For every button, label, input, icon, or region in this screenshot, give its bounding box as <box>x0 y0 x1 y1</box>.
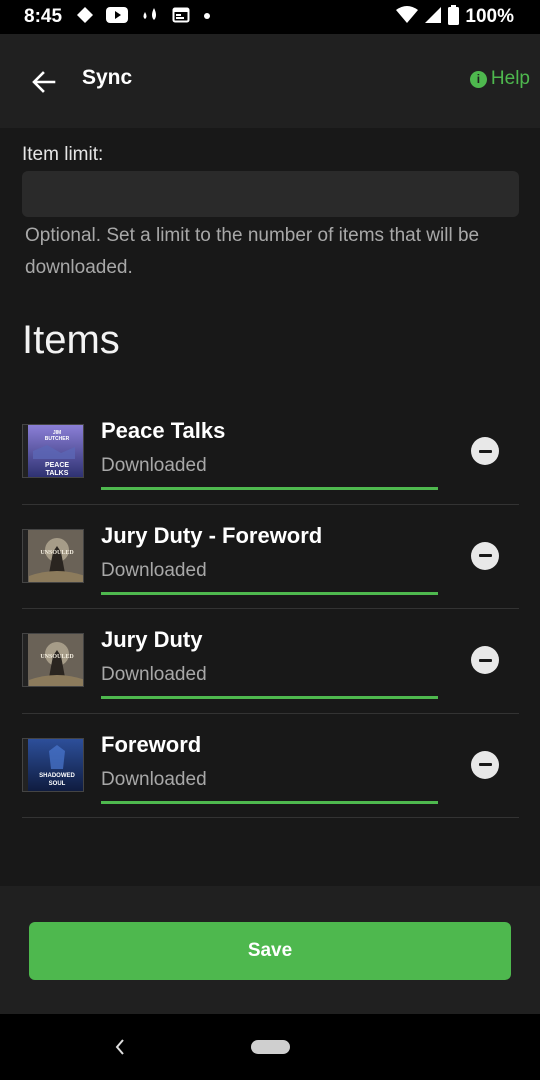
book-cover: UNSOULED <box>22 633 84 687</box>
wifi-icon <box>396 5 419 29</box>
download-progress-fill <box>101 591 438 595</box>
book-cover: UNSOULED <box>22 528 84 583</box>
item-limit-input[interactable] <box>22 171 519 217</box>
item-limit-label: Item limit: <box>22 144 104 165</box>
battery-percentage: 100% <box>465 6 514 27</box>
minus-icon <box>478 449 492 453</box>
items-heading: Items <box>22 318 120 362</box>
page-title: Sync <box>82 66 133 89</box>
minus-icon <box>478 554 492 557</box>
cover-text: UNSOULED <box>40 654 74 660</box>
minus-icon <box>478 763 492 766</box>
status-notification-icons <box>76 6 212 28</box>
help-button[interactable]: i Help <box>469 68 530 90</box>
cover-text: SOUL <box>49 781 66 787</box>
download-progress-fill <box>101 800 438 804</box>
battery-icon <box>448 4 460 30</box>
cover-text: SHADOWED <box>39 773 75 779</box>
download-progress-bar <box>101 591 438 595</box>
cover-text: BUTCHER <box>45 436 70 442</box>
item-title: Peace Talks <box>101 418 226 443</box>
download-progress-fill <box>101 487 438 490</box>
save-button[interactable]: Save <box>29 922 511 980</box>
status-system-icons: 100% <box>396 4 514 30</box>
help-label: Help <box>490 68 530 89</box>
list-item: SHADOWED SOUL Foreword Downloaded <box>22 714 519 818</box>
download-progress-bar <box>101 487 438 490</box>
download-progress-fill <box>101 696 438 699</box>
status-time: 8:45 <box>24 6 63 27</box>
drops-icon <box>140 6 160 28</box>
calendar-icon <box>172 6 190 28</box>
item-status: Downloaded <box>101 768 207 790</box>
cover-text: PEACE <box>45 462 69 469</box>
signal-icon <box>424 6 442 29</box>
app-bar: Sync i Help <box>0 34 540 128</box>
list-item: UNSOULED Jury Duty - Foreword Downloaded <box>22 505 519 609</box>
remove-item-button[interactable] <box>471 541 499 570</box>
dot-icon <box>202 9 212 25</box>
items-list: JIM BUTCHER PEACE TALKS Peace Talks Down… <box>22 400 519 818</box>
youtube-icon <box>106 7 129 27</box>
remove-item-button[interactable] <box>471 437 499 465</box>
system-nav-bar <box>0 1014 540 1080</box>
item-title: Jury Duty <box>101 627 203 652</box>
cover-text: TALKS <box>46 470 69 477</box>
arrow-left-icon <box>32 71 56 93</box>
info-icon: i <box>469 70 487 88</box>
footer: Save <box>0 886 540 1014</box>
remove-item-button[interactable] <box>471 750 499 779</box>
item-title: Foreword <box>101 731 202 757</box>
download-progress-bar <box>101 800 438 804</box>
list-item: JIM BUTCHER PEACE TALKS Peace Talks Down… <box>22 400 519 505</box>
item-limit-help-text: Optional. Set a limit to the number of i… <box>25 225 480 278</box>
chevron-left-icon <box>115 1039 124 1055</box>
nav-back-button[interactable] <box>110 1036 130 1058</box>
item-status: Downloaded <box>101 455 207 476</box>
item-status: Downloaded <box>101 559 207 581</box>
sync-content: Item limit: Optional. Set a limit to the… <box>0 128 540 886</box>
remove-item-button[interactable] <box>471 646 499 674</box>
item-title: Jury Duty - Foreword <box>101 522 323 548</box>
notification-diamond-icon <box>76 6 94 28</box>
minus-icon <box>478 658 492 662</box>
cover-text: UNSOULED <box>40 550 74 556</box>
status-bar: 8:45 100% <box>0 0 540 34</box>
list-item: UNSOULED Jury Duty Downloaded <box>22 609 519 714</box>
nav-home-pill[interactable] <box>251 1040 290 1054</box>
book-cover: SHADOWED SOUL <box>22 737 84 792</box>
download-progress-bar <box>101 696 438 699</box>
book-cover: JIM BUTCHER PEACE TALKS <box>22 424 84 478</box>
back-button[interactable] <box>30 68 58 96</box>
item-status: Downloaded <box>101 664 207 685</box>
